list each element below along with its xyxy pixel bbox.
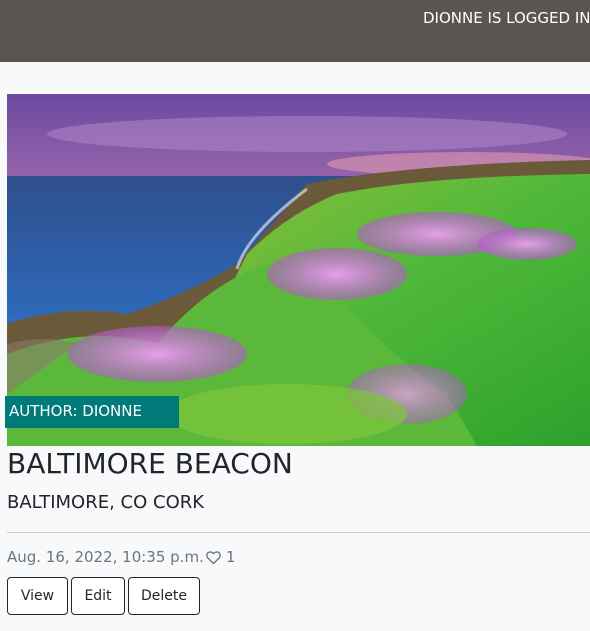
like-count: 1 — [225, 548, 236, 566]
post-meta: Aug. 16, 2022, 10:35 p.m. 1 — [7, 548, 235, 566]
post-date: Aug. 16, 2022, 10:35 p.m. — [7, 548, 204, 566]
view-button[interactable]: View — [7, 577, 68, 615]
post-title: BALTIMORE BEACON — [7, 447, 293, 480]
heart-icon[interactable] — [205, 549, 222, 566]
landscape-illustration — [7, 94, 590, 446]
login-status: DIONNE IS LOGGED IN — [423, 9, 590, 27]
divider — [7, 532, 590, 533]
edit-button[interactable]: Edit — [71, 577, 125, 615]
delete-button[interactable]: Delete — [128, 577, 200, 615]
post-location: BALTIMORE, CO CORK — [7, 492, 205, 513]
top-navbar: DIONNE IS LOGGED IN — [0, 0, 590, 62]
author-badge: AUTHOR: DIONNE — [5, 396, 179, 428]
post-image[interactable] — [7, 94, 590, 446]
